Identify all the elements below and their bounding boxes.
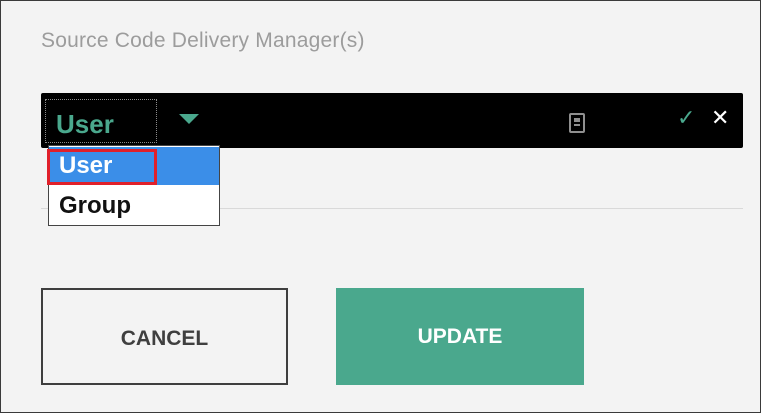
close-icon[interactable]: ✕ [711,107,729,129]
dropdown-option-group[interactable]: Group [49,187,219,225]
edit-panel: Source Code Delivery Manager(s) User ✓ ✕… [0,0,761,413]
check-icon[interactable]: ✓ [677,107,695,129]
selected-type-value: User [56,109,114,139]
recipient-editor-bar: User ✓ ✕ [41,93,743,148]
field-title: Source Code Delivery Manager(s) [41,29,365,52]
recipient-type-select[interactable]: User [45,99,157,143]
update-button[interactable]: UPDATE [336,288,584,385]
address-book-icon[interactable] [569,113,585,133]
recipient-type-dropdown: User Group [47,145,220,226]
cancel-button[interactable]: CANCEL [41,288,288,385]
dropdown-option-user[interactable]: User [49,147,219,185]
caret-down-icon[interactable] [179,114,199,124]
